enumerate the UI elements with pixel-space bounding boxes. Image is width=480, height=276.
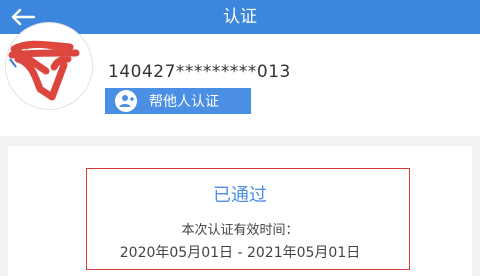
avatar [5, 22, 93, 110]
help-others-verify-button[interactable]: 帮他人认证 [105, 88, 251, 114]
status-text: 已通过 [213, 185, 267, 206]
validity-label: 本次认证有效时间： [181, 223, 299, 238]
id-number: 140427*********013 [108, 62, 291, 82]
validity-range: 2020年05月01日 - 2021年05月01日 [119, 245, 361, 261]
person-add-icon [115, 90, 137, 112]
help-others-verify-label: 帮他人认证 [149, 94, 219, 110]
redaction-scribble [8, 40, 80, 101]
